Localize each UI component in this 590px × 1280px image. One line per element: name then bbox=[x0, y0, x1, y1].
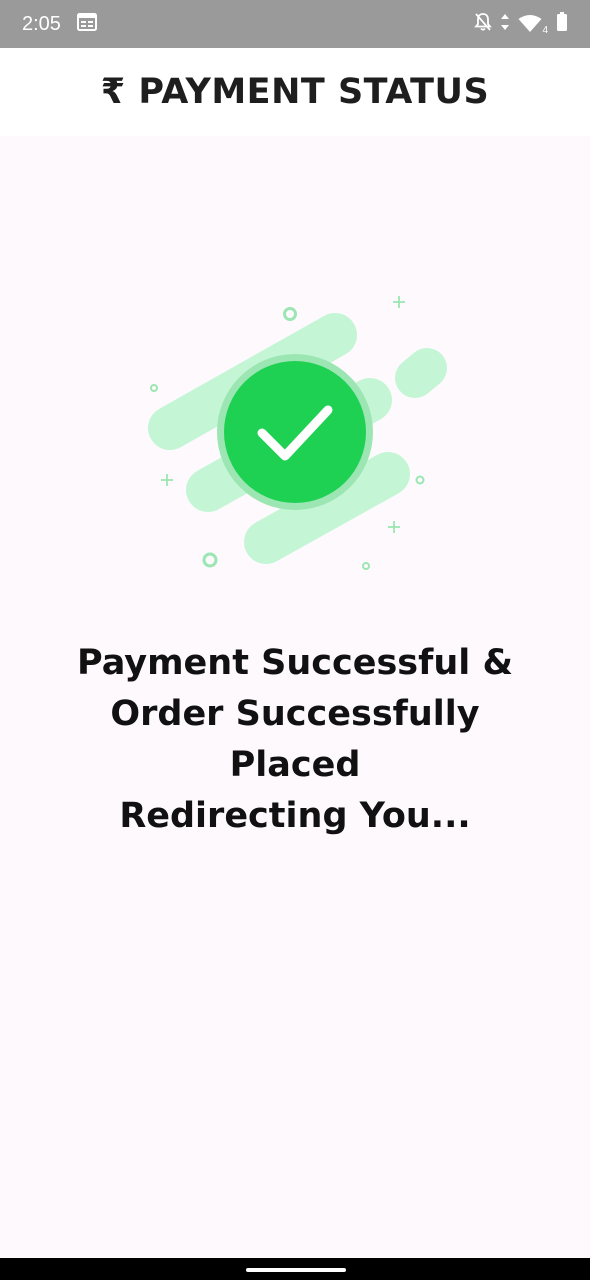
network-type-label: 4 bbox=[542, 25, 548, 36]
payment-success-illustration bbox=[140, 290, 460, 580]
check-circle-icon bbox=[217, 354, 373, 510]
notifications-off-icon bbox=[474, 12, 492, 36]
status-line-2: Order Successfully bbox=[110, 694, 480, 734]
status-time: 2:05 bbox=[22, 12, 61, 35]
status-line-1: Payment Successful & bbox=[77, 643, 513, 683]
battery-icon bbox=[556, 12, 568, 36]
wifi-icon: 4 bbox=[518, 15, 548, 36]
data-arrows-icon bbox=[500, 13, 510, 35]
status-line-3: Placed bbox=[229, 745, 361, 785]
status-line-4: Redirecting You... bbox=[119, 796, 471, 836]
app-header: ₹ PAYMENT STATUS bbox=[0, 48, 590, 136]
home-gesture-handle[interactable] bbox=[246, 1268, 346, 1272]
page-title: ₹ PAYMENT STATUS bbox=[100, 72, 490, 112]
calendar-icon bbox=[76, 13, 97, 35]
payment-status-message: Payment Successful & Order Successfully … bbox=[20, 638, 570, 842]
status-bar: 2:05 4 bbox=[0, 0, 590, 48]
system-navigation-bar bbox=[0, 1258, 590, 1280]
